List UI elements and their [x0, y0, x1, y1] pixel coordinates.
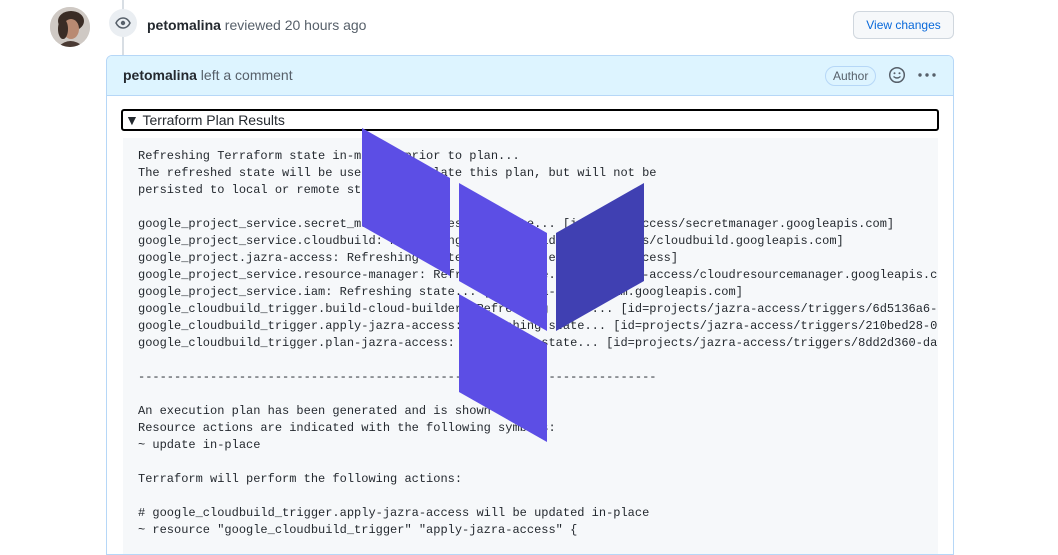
- smiley-icon[interactable]: [888, 66, 906, 84]
- review-timestamp[interactable]: 20 hours ago: [285, 17, 367, 33]
- code-line: Terraform will perform the following act…: [138, 472, 463, 486]
- comment-action-text: left a comment: [200, 67, 293, 83]
- review-action-text: reviewed: [224, 17, 281, 33]
- author-badge: Author: [825, 66, 877, 86]
- kebab-horizontal-icon[interactable]: [917, 66, 937, 84]
- comment-author-link[interactable]: petomalina: [123, 67, 197, 83]
- avatar-image: [50, 7, 90, 47]
- comment-header: petomalina left a comment Author: [107, 56, 953, 96]
- review-author-link[interactable]: petomalina: [147, 17, 221, 33]
- terraform-logo-right-block: [556, 183, 644, 331]
- terraform-logo: [362, 128, 644, 442]
- view-changes-button[interactable]: View changes: [853, 11, 954, 39]
- review-eye-badge: [109, 9, 137, 37]
- comment-author-line: petomalina left a comment: [123, 67, 293, 83]
- review-event-text: petomalina reviewed 20 hours ago: [147, 16, 366, 34]
- code-line: ~ resource "google_cloudbuild_trigger" "…: [138, 523, 578, 537]
- eye-icon: [115, 17, 131, 29]
- code-line: # google_cloudbuild_trigger.apply-jazra-…: [138, 506, 650, 520]
- avatar[interactable]: [50, 7, 90, 47]
- terraform-logo-left-block: [362, 128, 450, 276]
